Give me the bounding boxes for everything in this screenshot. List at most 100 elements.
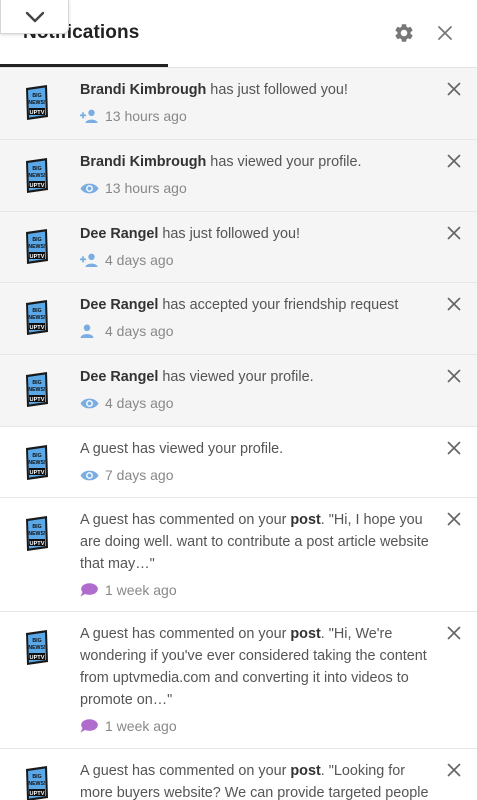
notification-message: Brandi Kimbrough has viewed your profile…: [80, 151, 437, 173]
post-link[interactable]: post: [290, 763, 320, 779]
avatar[interactable]: BIG NEWS! UPTV: [25, 515, 49, 553]
notification-meta: 1 week ago: [80, 717, 437, 735]
notification-item[interactable]: BIG NEWS! UPTV Brandi Kimbrough has just…: [0, 68, 477, 140]
svg-text:BIG: BIG: [32, 166, 41, 172]
notification-message: A guest has commented on your post. "Hi,…: [80, 623, 437, 711]
notification-item[interactable]: BIG NEWS! UPTV Dee Rangel has just follo…: [0, 212, 477, 283]
comment-icon: [80, 583, 100, 597]
notification-meta: 4 days ago: [80, 394, 437, 412]
dismiss-notification-button[interactable]: [445, 80, 463, 98]
notification-item[interactable]: BIG NEWS! UPTV A guest has commented on …: [0, 498, 477, 612]
notification-item[interactable]: BIG NEWS! UPTV Dee Rangel has accepted y…: [0, 283, 477, 355]
dismiss-notification-button[interactable]: [445, 367, 463, 385]
svg-text:NEWS!: NEWS!: [28, 645, 46, 651]
notification-item[interactable]: BIG NEWS! UPTV A guest has viewed your p…: [0, 427, 477, 498]
svg-text:BIG: BIG: [32, 638, 41, 644]
notification-text: has just followed you!: [206, 82, 348, 98]
notification-content: A guest has commented on your post. "Hi,…: [80, 509, 437, 599]
notification-content: Dee Rangel has just followed you! 4 days …: [80, 223, 437, 269]
person-icon: [80, 324, 100, 338]
dismiss-notification-button[interactable]: [445, 224, 463, 242]
timestamp: 1 week ago: [105, 718, 177, 734]
notification-text: has just followed you!: [158, 226, 300, 242]
eye-icon: [80, 181, 100, 195]
avatar[interactable]: BIG NEWS! UPTV: [25, 157, 49, 195]
notification-message: A guest has commented on your post. "Loo…: [80, 760, 437, 800]
svg-text:NEWS!: NEWS!: [28, 315, 46, 321]
close-icon: [447, 626, 461, 640]
notification-text: has viewed your profile.: [206, 154, 362, 170]
person-add-icon: [80, 109, 100, 123]
svg-text:UPTV: UPTV: [30, 541, 45, 547]
close-icon: [438, 26, 452, 40]
notification-content: A guest has commented on your post. "Hi,…: [80, 623, 437, 735]
notification-message: A guest has viewed your profile.: [80, 438, 437, 460]
svg-text:BIG: BIG: [32, 237, 41, 243]
svg-text:BIG: BIG: [32, 308, 41, 314]
notification-text: has accepted your friendship request: [158, 297, 399, 313]
notification-item[interactable]: BIG NEWS! UPTV A guest has commented on …: [0, 612, 477, 749]
user-name-link[interactable]: Dee Rangel: [80, 369, 158, 385]
notification-meta: 4 days ago: [80, 251, 437, 269]
eye-icon: [80, 468, 100, 482]
notification-item[interactable]: BIG NEWS! UPTV A guest has commented on …: [0, 749, 477, 800]
svg-text:BIG: BIG: [32, 524, 41, 530]
dismiss-notification-button[interactable]: [445, 624, 463, 642]
close-icon: [447, 154, 461, 168]
notification-text: A guest has viewed your profile.: [80, 441, 284, 457]
settings-button[interactable]: [391, 20, 417, 46]
dismiss-notification-button[interactable]: [445, 295, 463, 313]
collapse-button[interactable]: [0, 0, 69, 34]
notification-message: Dee Rangel has viewed your profile.: [80, 366, 437, 388]
svg-text:NEWS!: NEWS!: [28, 244, 46, 250]
avatar[interactable]: BIG NEWS! UPTV: [25, 444, 49, 482]
svg-text:UPTV: UPTV: [30, 470, 45, 476]
svg-text:BIG: BIG: [32, 380, 41, 386]
timestamp: 7 days ago: [105, 467, 174, 483]
timestamp: 13 hours ago: [105, 180, 187, 196]
close-icon: [447, 763, 461, 777]
notification-text: has viewed your profile.: [158, 369, 314, 385]
close-panel-button[interactable]: [433, 21, 457, 45]
avatar[interactable]: BIG NEWS! UPTV: [25, 765, 49, 800]
notification-text: A guest has commented on your: [80, 512, 291, 528]
avatar[interactable]: BIG NEWS! UPTV: [25, 84, 49, 122]
chevron-down-icon: [25, 11, 44, 22]
svg-text:NEWS!: NEWS!: [28, 100, 46, 106]
close-icon: [447, 82, 461, 96]
post-link[interactable]: post: [290, 512, 320, 528]
dismiss-notification-button[interactable]: [445, 439, 463, 457]
notification-content: Brandi Kimbrough has viewed your profile…: [80, 151, 437, 197]
notification-content: Brandi Kimbrough has just followed you! 1…: [80, 79, 437, 125]
notification-item[interactable]: BIG NEWS! UPTV Dee Rangel has viewed you…: [0, 355, 477, 427]
dismiss-notification-button[interactable]: [445, 761, 463, 779]
notification-meta: 4 days ago: [80, 322, 437, 340]
close-icon: [447, 297, 461, 311]
notification-list: BIG NEWS! UPTV Brandi Kimbrough has just…: [0, 68, 477, 800]
notification-content: A guest has commented on your post. "Loo…: [80, 760, 437, 800]
user-name-link[interactable]: Dee Rangel: [80, 226, 158, 242]
user-name-link[interactable]: Brandi Kimbrough: [80, 82, 206, 98]
svg-text:UPTV: UPTV: [30, 254, 45, 260]
active-tab-indicator: [0, 64, 168, 67]
svg-text:UPTV: UPTV: [30, 183, 45, 189]
timestamp: 4 days ago: [105, 395, 174, 411]
gear-icon: [395, 24, 413, 42]
timestamp: 4 days ago: [105, 323, 174, 339]
notification-meta: 13 hours ago: [80, 107, 437, 125]
user-name-link[interactable]: Dee Rangel: [80, 297, 158, 313]
dismiss-notification-button[interactable]: [445, 152, 463, 170]
avatar[interactable]: BIG NEWS! UPTV: [25, 228, 49, 266]
notification-message: Dee Rangel has just followed you!: [80, 223, 437, 245]
svg-text:NEWS!: NEWS!: [28, 531, 46, 537]
notification-message: Dee Rangel has accepted your friendship …: [80, 294, 437, 316]
post-link[interactable]: post: [290, 626, 320, 642]
avatar[interactable]: BIG NEWS! UPTV: [25, 371, 49, 409]
avatar[interactable]: BIG NEWS! UPTV: [25, 629, 49, 667]
dismiss-notification-button[interactable]: [445, 510, 463, 528]
svg-text:NEWS!: NEWS!: [28, 173, 46, 179]
notification-item[interactable]: BIG NEWS! UPTV Brandi Kimbrough has view…: [0, 140, 477, 212]
avatar[interactable]: BIG NEWS! UPTV: [25, 299, 49, 337]
user-name-link[interactable]: Brandi Kimbrough: [80, 154, 206, 170]
comment-icon: [80, 719, 100, 733]
